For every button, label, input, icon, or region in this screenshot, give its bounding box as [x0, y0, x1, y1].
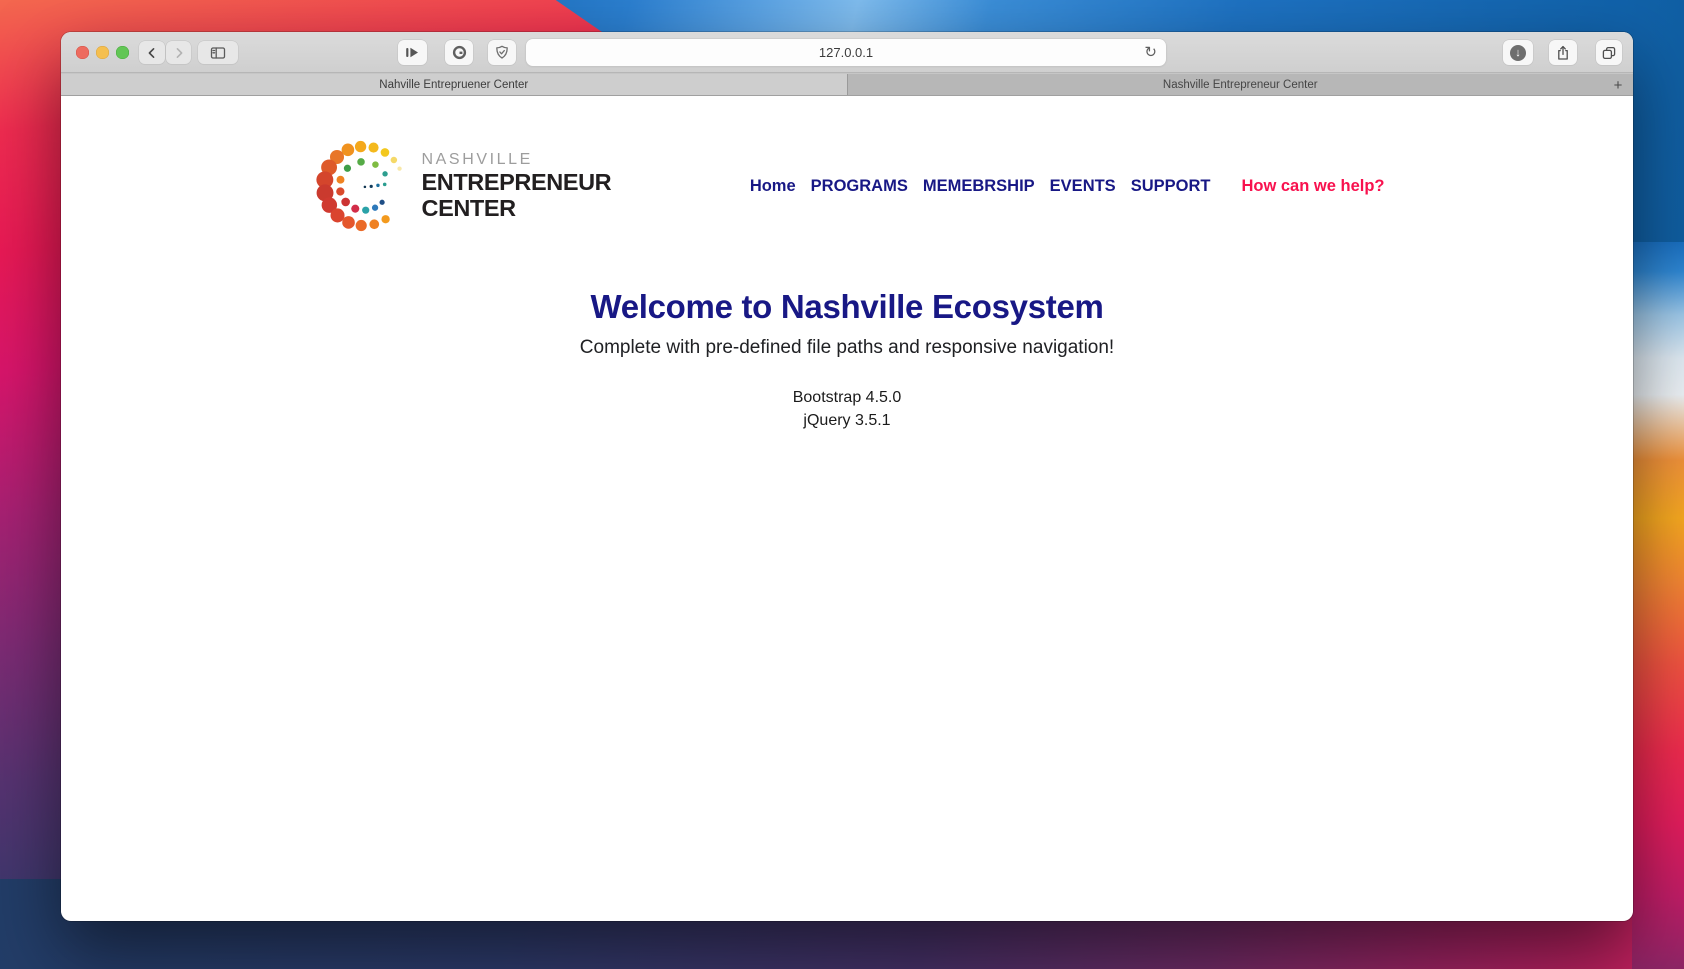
chevron-right-icon	[173, 47, 185, 59]
new-tab-button[interactable]: +	[1609, 74, 1627, 96]
nec-logo-text: NASHVILLE ENTREPRENEUR CENTER	[422, 152, 612, 220]
chevron-left-icon	[146, 47, 158, 59]
nec-logo-mark	[315, 140, 402, 232]
logo-word-center: CENTER	[421, 194, 517, 221]
browser-toolbar: 127.0.0.1 ↻ ↓	[61, 32, 1633, 73]
tech-stack: Bootstrap 4.5.0 jQuery 3.5.1	[61, 386, 1633, 432]
nav-link-home[interactable]: Home	[750, 177, 796, 196]
tabs-overview-icon	[1602, 46, 1616, 60]
tab-2-title: Nashville Entrepreneur Center	[1162, 78, 1318, 91]
nav-link-events[interactable]: EVENTS	[1050, 177, 1116, 196]
tab-overview-button[interactable]	[1596, 40, 1622, 65]
page-subtitle: Complete with pre-defined file paths and…	[579, 337, 1115, 358]
nav-link-programs[interactable]: PROGRAMS	[811, 177, 908, 196]
zoom-window-button[interactable]	[116, 46, 129, 59]
stack-line-bootstrap: Bootstrap 4.5.0	[792, 389, 902, 406]
tab-2[interactable]: Nashville Entrepreneur Center	[846, 74, 1633, 95]
download-icon: ↓	[1510, 44, 1526, 61]
tab-bar: Nahville Entrepruener Center Nashville E…	[61, 73, 1633, 96]
minimize-window-button[interactable]	[96, 46, 109, 59]
tab-1-title: Nahville Entrepruener Center	[379, 78, 529, 91]
g-circle-icon	[452, 45, 467, 60]
site-header: NASHVILLE ENTREPRENEUR CENTER Home PROGR…	[270, 96, 1425, 240]
share-button[interactable]	[1549, 40, 1577, 65]
tab-1[interactable]: Nahville Entrepruener Center	[61, 74, 847, 95]
nav-link-support[interactable]: SUPPORT	[1131, 177, 1211, 196]
share-icon	[1556, 45, 1570, 61]
play-bar-icon	[405, 46, 420, 59]
wallpaper-gradient-right	[1632, 242, 1684, 969]
address-bar[interactable]: 127.0.0.1 ↻	[526, 39, 1166, 66]
safari-window: 127.0.0.1 ↻ ↓ Nahville Entrepruener Cent…	[61, 32, 1633, 921]
logo-word-nashville: NASHVILLE	[421, 151, 533, 168]
back-button[interactable]	[139, 41, 165, 64]
page-title: Welcome to Nashville Ecosystem	[590, 288, 1104, 325]
url-text: 127.0.0.1	[818, 45, 874, 60]
logo-word-entrepreneur: ENTREPRENEUR	[421, 169, 612, 195]
hero-section: Welcome to Nashville Ecosystem Complete …	[61, 288, 1633, 432]
page-content: NASHVILLE ENTREPRENEUR CENTER Home PROGR…	[61, 96, 1633, 919]
extension-shield-button[interactable]	[488, 40, 516, 65]
extension-g-button[interactable]	[445, 40, 473, 65]
downloads-button[interactable]: ↓	[1503, 40, 1533, 65]
extension-step-forward-button[interactable]	[398, 40, 427, 65]
nec-logo[interactable]: NASHVILLE ENTREPRENEUR CENTER	[310, 132, 612, 240]
sidebar-icon	[210, 46, 226, 60]
nav-link-membership[interactable]: MEMEBRSHIP	[923, 177, 1035, 196]
nav-cta-how-can-we-help[interactable]: How can we help?	[1241, 177, 1384, 196]
close-window-button[interactable]	[76, 46, 89, 59]
reload-icon[interactable]: ↻	[1144, 44, 1157, 59]
main-navigation: Home PROGRAMS MEMEBRSHIP EVENTS SUPPORT …	[750, 177, 1385, 196]
shield-check-icon	[495, 45, 509, 60]
sidebar-toggle-button[interactable]	[198, 41, 238, 64]
stack-line-jquery: jQuery 3.5.1	[803, 412, 891, 429]
forward-button[interactable]	[166, 41, 191, 64]
